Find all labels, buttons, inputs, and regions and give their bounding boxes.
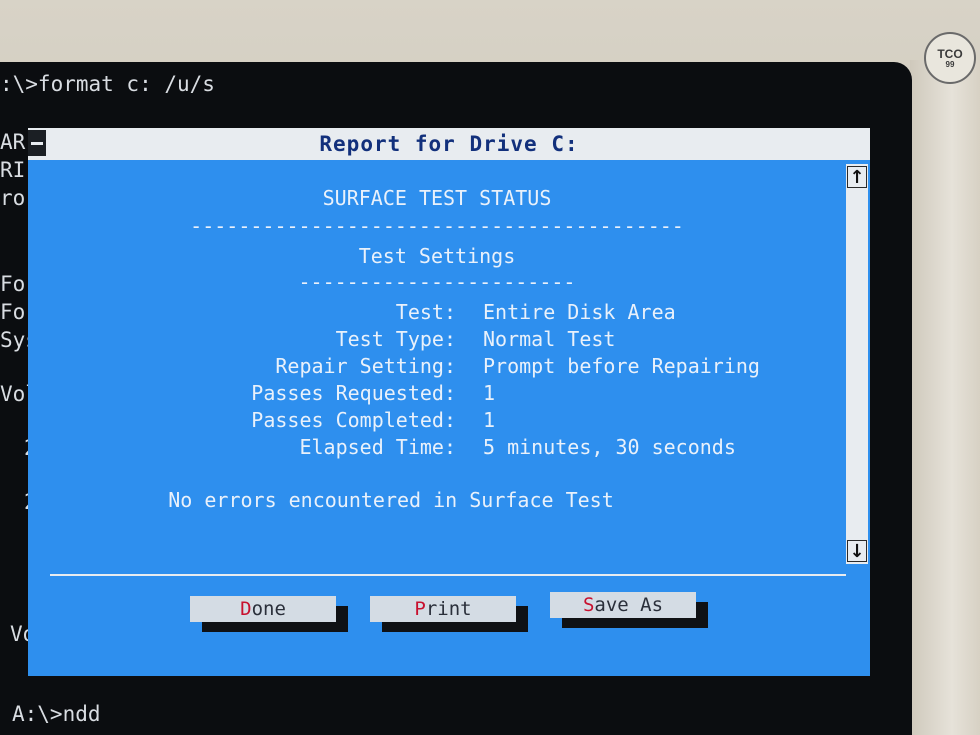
setting-row-passes-requested: Passes Requested: 1: [28, 381, 846, 407]
save-as-button[interactable]: Save As: [550, 592, 696, 618]
tco-badge-line2: 99: [945, 59, 955, 69]
arrow-up-icon: ↑: [849, 166, 865, 188]
report-dialog: Report for Drive C: SURFACE TEST STATUS …: [28, 128, 870, 676]
settings-subheading: Test Settings: [358, 244, 516, 268]
done-label: one: [251, 598, 286, 620]
setting-label: Passes Requested:: [251, 381, 456, 405]
done-button-wrap: Done: [190, 596, 348, 632]
setting-row-elapsed: Elapsed Time: 5 minutes, 30 seconds: [28, 435, 846, 461]
bg-fragment: ro: [0, 186, 26, 210]
button-divider: [50, 574, 846, 576]
setting-value: 1: [483, 408, 496, 432]
dialog-titlebar: Report for Drive C:: [28, 128, 870, 160]
arrow-down-icon: ↓: [849, 540, 865, 562]
subheading-rule: -----------------------: [298, 270, 576, 294]
tco-badge-line1: TCO: [937, 46, 963, 61]
save-as-hotkey: S: [582, 594, 595, 616]
setting-value: 5 minutes, 30 seconds: [483, 435, 736, 459]
report-text-pane: SURFACE TEST STATUS --------------------…: [28, 160, 846, 560]
done-hotkey: D: [240, 598, 252, 620]
minus-icon: [31, 141, 43, 145]
setting-row-test: Test: Entire Disk Area: [28, 300, 846, 326]
vertical-scrollbar[interactable]: ↑ ↓: [846, 164, 868, 564]
print-button[interactable]: Print: [370, 596, 516, 622]
tco-badge: TCO 99: [924, 32, 976, 84]
setting-label: Repair Setting:: [275, 354, 456, 378]
setting-row-test-type: Test Type: Normal Test: [28, 327, 846, 353]
dialog-body: SURFACE TEST STATUS --------------------…: [28, 160, 870, 676]
print-hotkey: P: [414, 598, 426, 620]
print-label: rint: [425, 598, 472, 620]
setting-label: Elapsed Time:: [299, 435, 456, 459]
scroll-down-button[interactable]: ↓: [847, 540, 867, 562]
scroll-up-button[interactable]: ↑: [847, 166, 867, 188]
command-line-top: :\>format c: /u/s: [0, 72, 215, 96]
print-button-wrap: Print: [370, 596, 528, 632]
setting-label: Test:: [395, 300, 456, 324]
setting-value: 1: [483, 381, 496, 405]
system-menu-button[interactable]: [28, 130, 46, 156]
setting-row-repair: Repair Setting: Prompt before Repairing: [28, 354, 846, 380]
dialog-title: Report for Drive C:: [319, 132, 579, 156]
setting-label: Test Type:: [335, 327, 456, 351]
heading-rule: ----------------------------------------…: [190, 214, 684, 238]
command-line-bottom: A:\>ndd: [12, 702, 101, 726]
setting-row-passes-completed: Passes Completed: 1: [28, 408, 846, 434]
bg-fragment: RI: [0, 158, 26, 182]
save-as-button-wrap: Save As: [550, 592, 708, 628]
done-button[interactable]: Done: [190, 596, 336, 622]
setting-value: Normal Test: [483, 327, 616, 351]
save-as-label: ave As: [594, 594, 664, 616]
setting-value: Entire Disk Area: [483, 300, 676, 324]
result-message: No errors encountered in Surface Test: [168, 488, 614, 512]
report-heading: SURFACE TEST STATUS: [322, 186, 552, 210]
setting-label: Passes Completed:: [251, 408, 456, 432]
setting-value: Prompt before Repairing: [483, 354, 760, 378]
bg-fragment: AR: [0, 130, 26, 154]
monitor-side: [910, 60, 980, 735]
